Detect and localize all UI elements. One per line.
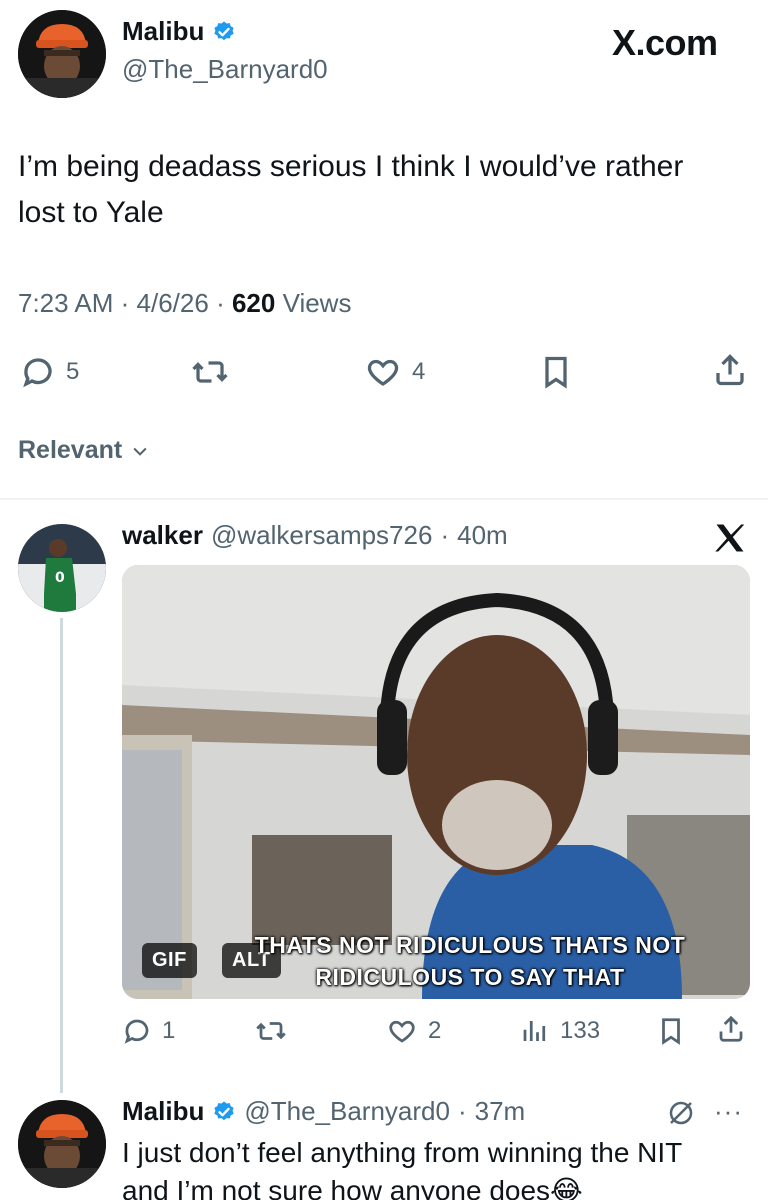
like-icon [367, 359, 399, 386]
reply1-reply-count: 1 [162, 1017, 176, 1044]
share-icon [716, 354, 744, 386]
bookmark-button[interactable] [538, 354, 574, 390]
caption-line-1: THATS NOT RIDICULOUS THATS NOT [254, 932, 686, 958]
avatar-image [18, 10, 106, 98]
reply-icon [124, 1019, 149, 1044]
sort-label: Relevant [18, 436, 123, 464]
more-icon[interactable]: ··· [714, 1098, 743, 1124]
tweet-time[interactable]: 7:23 AM [18, 288, 113, 318]
reply1-age[interactable]: 40m [457, 520, 508, 551]
avatar-image: 0 [18, 524, 106, 612]
author-handle[interactable]: @The_Barnyard0 [122, 54, 328, 85]
meta-separator: · [457, 1096, 467, 1126]
reply2-header: Malibu @The_Barnyard0 · 37m [122, 1096, 525, 1127]
retweet-icon [192, 361, 228, 383]
avatar-image [18, 1100, 106, 1188]
retweet-icon [256, 1022, 286, 1040]
retweet-button[interactable] [190, 354, 230, 390]
share-icon [719, 1015, 743, 1042]
meta-separator: · [440, 520, 450, 550]
x-logo-icon [715, 524, 745, 552]
tweet-date[interactable]: 4/6/26 [137, 288, 209, 318]
verified-icon [214, 1101, 234, 1120]
share-button[interactable] [712, 352, 748, 388]
reply1-header: walker @walkersamps726 · 40m [122, 520, 508, 551]
reply1-share-button[interactable] [716, 1014, 746, 1044]
meta-separator: · [216, 288, 232, 318]
thread-line [60, 618, 63, 1093]
reply2-avatar[interactable] [18, 1100, 106, 1188]
reply2-author-handle[interactable]: @The_Barnyard0 [244, 1096, 450, 1127]
section-divider [0, 498, 768, 500]
views-label: Views [282, 288, 352, 318]
reply1-author-handle[interactable]: @walkersamps726 [211, 520, 432, 551]
reply1-avatar[interactable]: 0 [18, 524, 106, 612]
reply2-age[interactable]: 37m [475, 1096, 526, 1127]
grok-icon[interactable] [666, 1098, 696, 1128]
svg-text:0: 0 [55, 570, 65, 586]
like-button[interactable]: 4 [364, 354, 425, 390]
site-badge: X.com [612, 22, 718, 63]
reply-icon [23, 358, 52, 388]
views-count: 620 [231, 288, 276, 318]
main-tweet-text: I’m being deadass serious I think I woul… [18, 150, 684, 229]
main-tweet-avatar[interactable] [18, 10, 106, 98]
caption-line-2: RIDICULOUS TO SAY THAT [315, 964, 625, 990]
reply1-views-count: 133 [560, 1017, 601, 1044]
views-icon [523, 1021, 546, 1041]
main-tweet-meta: 7:23 AM · 4/6/26 · 620 Views [18, 288, 351, 319]
gif-badge: GIF [142, 943, 197, 978]
reply2-author-name[interactable]: Malibu [122, 1096, 204, 1127]
bookmark-icon [545, 356, 567, 389]
verified-icon [214, 21, 234, 40]
bookmark-icon [662, 1018, 680, 1045]
author-name[interactable]: Malibu [122, 16, 204, 47]
chevron-down-icon [133, 447, 147, 456]
reply1-reply-button[interactable]: 1 [122, 1016, 175, 1046]
like-count: 4 [412, 358, 426, 385]
reply2-text-line-1: I just don’t feel anything from winning … [122, 1137, 683, 1168]
reply2-text: I just don’t feel anything from winning … [122, 1134, 682, 1200]
reply2-text-line-2: and I’m not sure how anyone does😂 [122, 1175, 583, 1200]
reply1-like-count: 2 [428, 1017, 442, 1044]
reply1-like-button[interactable]: 2 [386, 1016, 441, 1046]
reply-button[interactable]: 5 [20, 354, 79, 390]
main-tweet-author: Malibu [122, 16, 236, 47]
like-icon [389, 1020, 415, 1043]
reply1-bookmark-button[interactable] [656, 1016, 686, 1046]
sort-dropdown[interactable]: Relevant [18, 436, 150, 465]
gif-caption: THATS NOT RIDICULOUS THATS NOT RIDICULOU… [200, 929, 740, 993]
reply1-author-name[interactable]: walker [122, 520, 203, 551]
reply1-views-button[interactable]: 133 [520, 1016, 600, 1046]
reply1-retweet-button[interactable] [254, 1016, 288, 1046]
reply1-gif-media[interactable]: GIF ALT THATS NOT RIDICULOUS THATS NOT R… [122, 565, 750, 999]
meta-separator: · [120, 288, 137, 318]
reply-count: 5 [66, 358, 80, 385]
